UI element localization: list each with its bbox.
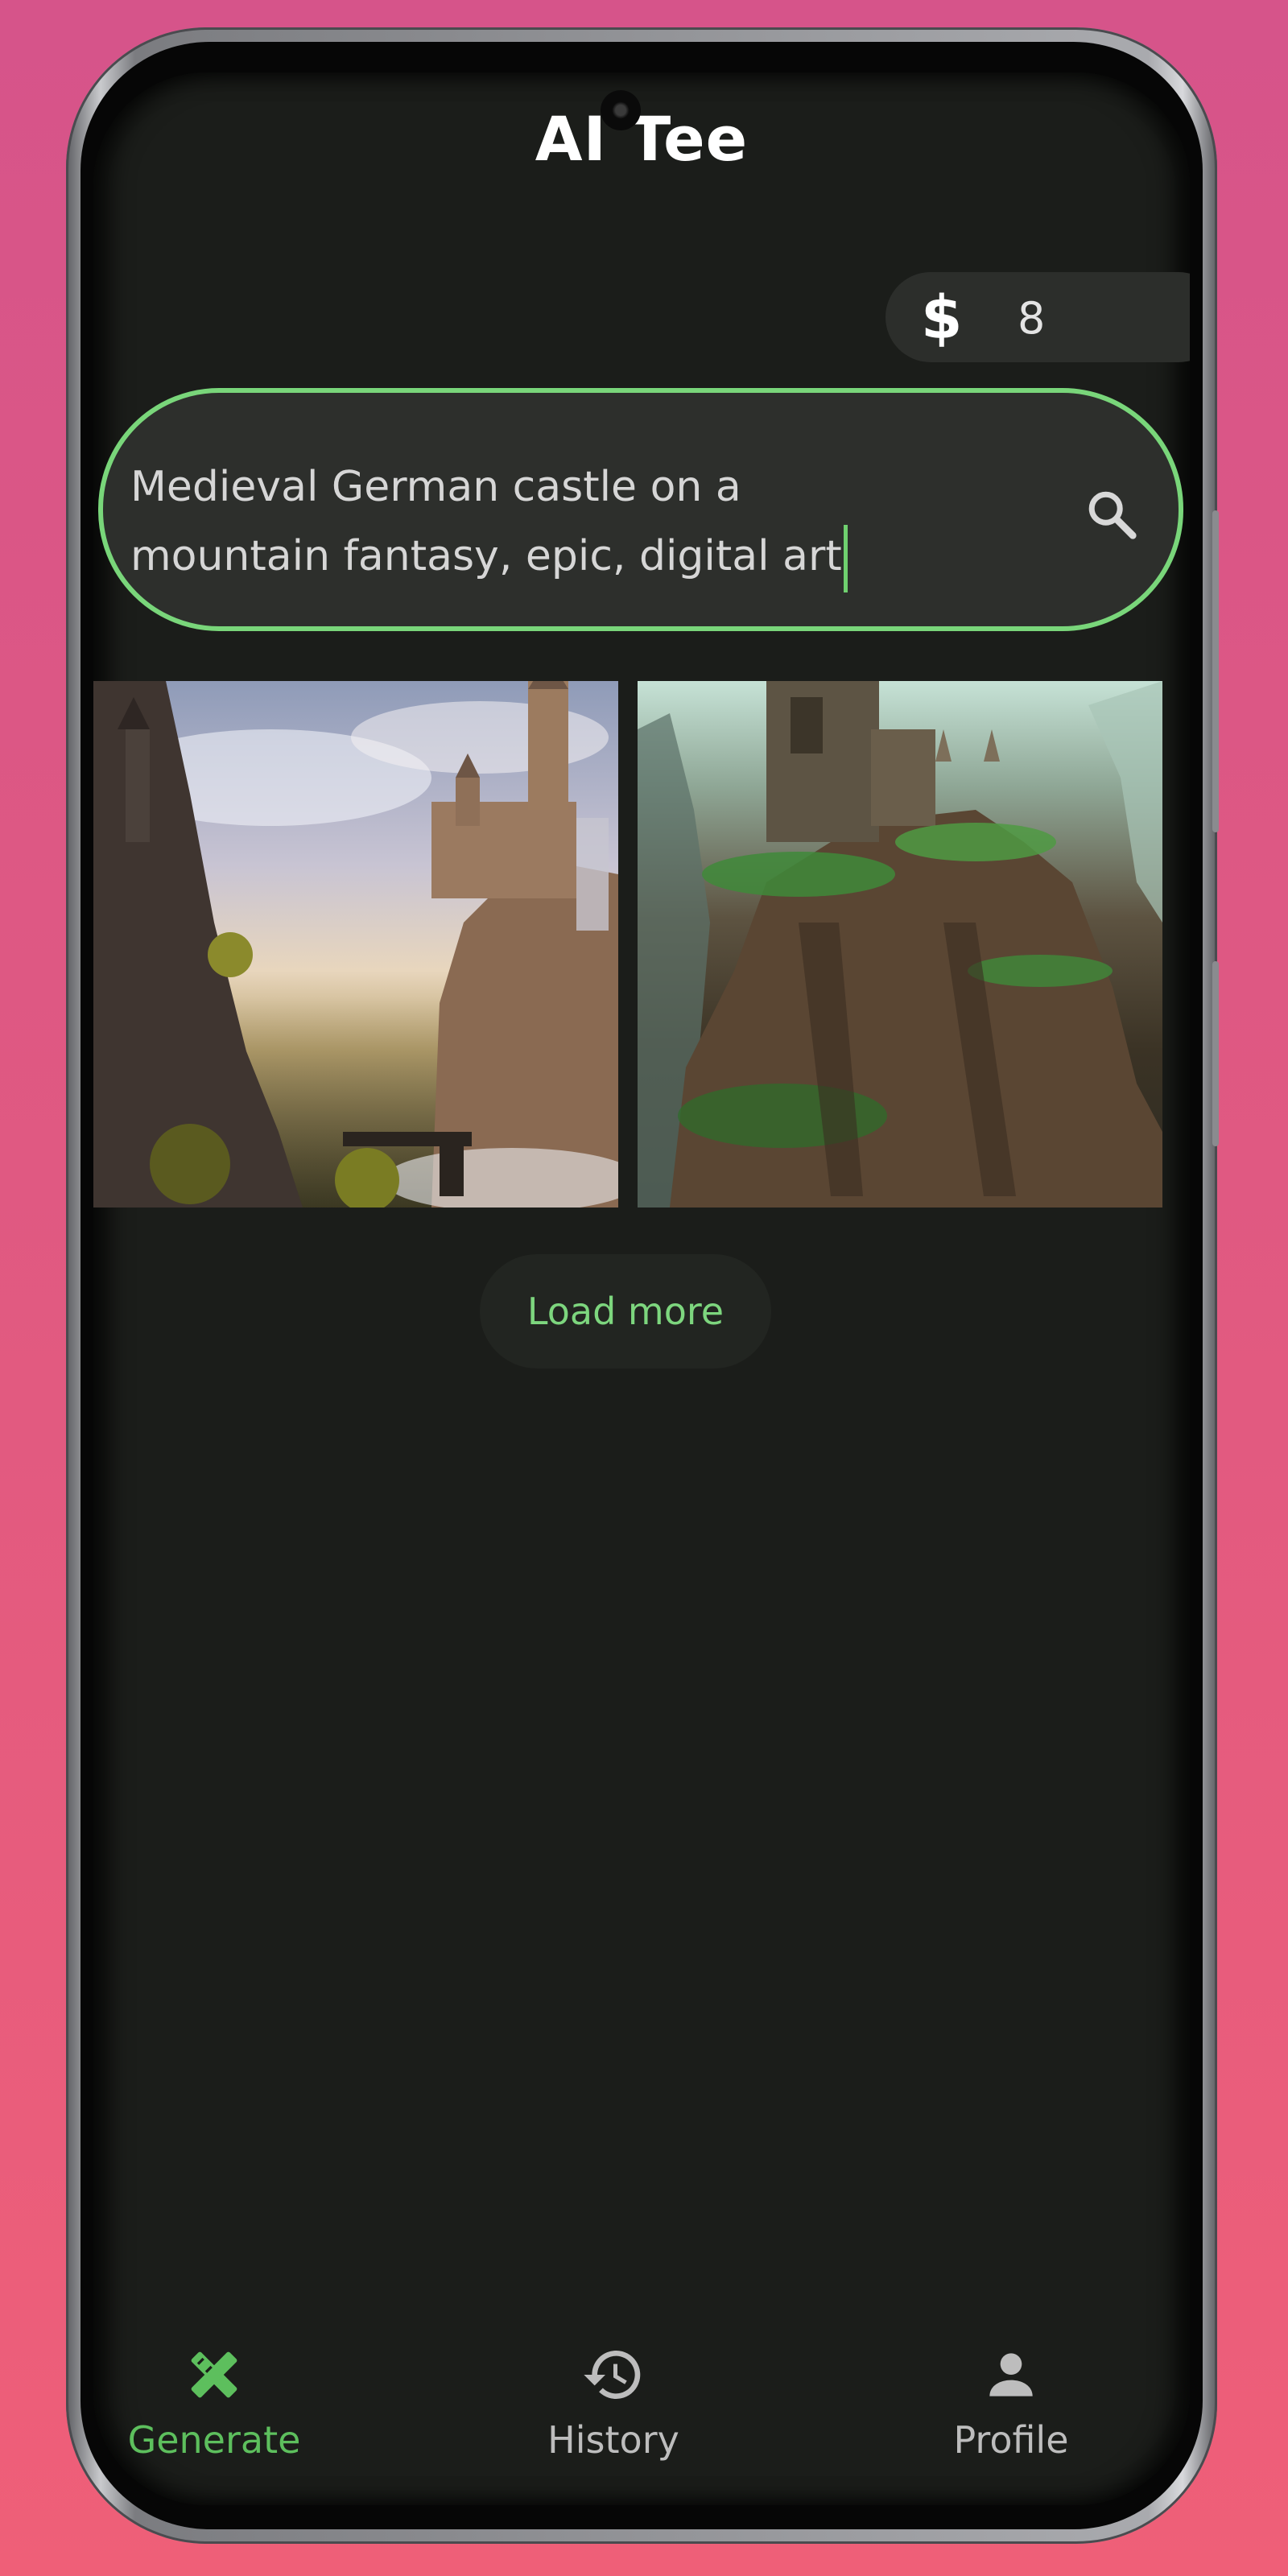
credits-count: 8 [1018, 293, 1046, 344]
nav-profile[interactable]: Profile [890, 2343, 1132, 2462]
nav-profile-label: Profile [953, 2418, 1069, 2462]
credits-badge[interactable]: $ 8 [886, 272, 1190, 362]
nav-generate-label: Generate [127, 2418, 301, 2462]
nav-history[interactable]: History [493, 2343, 734, 2462]
load-more-button[interactable]: Load more [480, 1254, 771, 1368]
nav-generate[interactable]: Generate [93, 2343, 335, 2462]
power-button [1212, 961, 1219, 1146]
castle-ruins-cliff-image[interactable] [638, 681, 1162, 1208]
front-camera [601, 90, 641, 130]
volume-button [1212, 510, 1219, 832]
person-icon [989, 2353, 1033, 2396]
prompt-input[interactable]: Medieval German castle on a mountain fan… [130, 452, 984, 592]
prompt-text: Medieval German castle on a mountain fan… [130, 463, 842, 580]
history-icon [584, 2351, 641, 2399]
app-title: AI Tee [535, 103, 749, 175]
pencil-ruler-icon [191, 2351, 237, 2398]
castle-cliff-waterfall-image[interactable] [93, 681, 618, 1208]
search-icon[interactable] [1084, 486, 1140, 543]
phone-frame: AI Tee $ 8 Medieval German castle on a m… [66, 27, 1219, 2544]
nav-history-label: History [547, 2418, 679, 2462]
prompt-search-field[interactable]: Medieval German castle on a mountain fan… [98, 388, 1183, 631]
phone-bezel: AI Tee $ 8 Medieval German castle on a m… [80, 42, 1203, 2529]
text-caret [843, 525, 848, 592]
castle-cliff-waterfall-art [93, 681, 618, 1208]
app-screen: AI Tee $ 8 Medieval German castle on a m… [93, 72, 1190, 2505]
castle-ruins-cliff-art [638, 681, 1162, 1208]
dollar-icon: $ [921, 283, 963, 353]
